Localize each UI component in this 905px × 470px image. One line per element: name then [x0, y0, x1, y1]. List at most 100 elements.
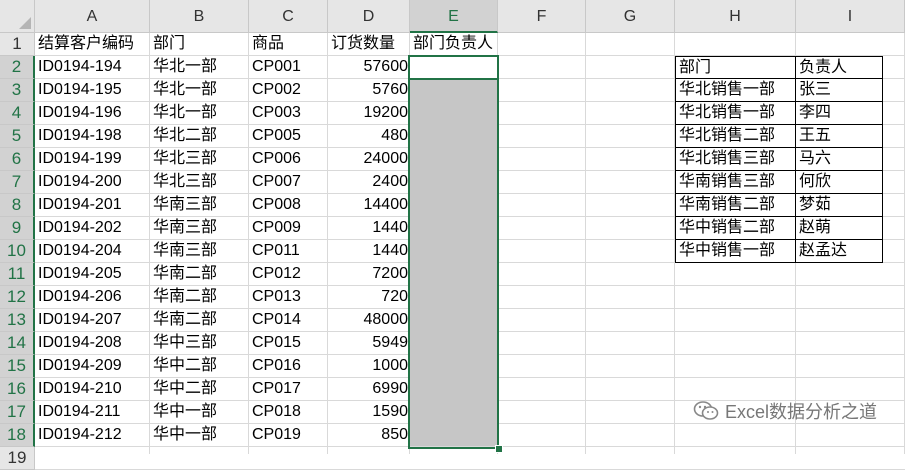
fill-handle[interactable] [495, 445, 503, 453]
cell-d[interactable]: 1440 [331, 240, 408, 263]
cell-c[interactable]: CP003 [252, 102, 326, 125]
header-cell-b[interactable]: 部门 [153, 33, 247, 56]
cell-d[interactable]: 1000 [331, 355, 408, 378]
row-header-9[interactable]: 9 [0, 217, 35, 240]
lookup-header-manager[interactable]: 负责人 [796, 56, 883, 79]
lookup-cell-manager[interactable]: 李四 [796, 102, 883, 125]
row-header-7[interactable]: 7 [0, 171, 35, 194]
row-header-11[interactable]: 11 [0, 263, 35, 286]
cell-a[interactable]: ID0194-202 [38, 217, 148, 240]
cell-a[interactable]: ID0194-208 [38, 332, 148, 355]
cell-b[interactable]: 华南二部 [153, 286, 247, 309]
cell-d[interactable]: 14400 [331, 194, 409, 217]
column-header-d[interactable]: D [328, 0, 410, 33]
column-header-a[interactable]: A [35, 0, 150, 33]
header-cell-a[interactable]: 结算客户编码 [38, 33, 148, 56]
column-header-f[interactable]: F [498, 0, 586, 33]
lookup-cell-dept[interactable]: 华北销售一部 [675, 79, 796, 102]
cell-b[interactable]: 华南二部 [153, 309, 247, 332]
cell-a[interactable]: ID0194-201 [38, 194, 148, 217]
cell-b[interactable]: 华南三部 [153, 240, 247, 263]
cell-d[interactable]: 5949 [331, 332, 408, 355]
cell-d[interactable]: 1440 [331, 217, 408, 240]
cell-c[interactable]: CP018 [252, 401, 326, 424]
lookup-cell-manager[interactable]: 马六 [796, 148, 883, 171]
column-header-i[interactable]: I [796, 0, 905, 33]
cell-a[interactable]: ID0194-195 [38, 79, 148, 102]
cell-c[interactable]: CP008 [252, 194, 326, 217]
column-header-g[interactable]: G [586, 0, 675, 33]
cell-b[interactable]: 华中二部 [153, 378, 247, 401]
lookup-cell-dept[interactable]: 华北销售二部 [675, 125, 796, 148]
cell-b[interactable]: 华北一部 [153, 102, 247, 125]
row-header-4[interactable]: 4 [0, 102, 35, 125]
cell-d[interactable]: 7200 [331, 263, 408, 286]
cell-b[interactable]: 华北二部 [153, 125, 247, 148]
cell-c[interactable]: CP019 [252, 424, 326, 447]
row-header-19[interactable]: 19 [0, 447, 35, 470]
column-header-b[interactable]: B [150, 0, 249, 33]
cell-b[interactable]: 华中一部 [153, 424, 247, 447]
lookup-cell-dept[interactable]: 华中销售一部 [675, 240, 796, 263]
cell-b[interactable]: 华南二部 [153, 263, 247, 286]
row-header-6[interactable]: 6 [0, 148, 35, 171]
cell-a[interactable]: ID0194-206 [38, 286, 148, 309]
cell-b[interactable]: 华中二部 [153, 355, 247, 378]
cell-d[interactable]: 57600 [331, 56, 409, 79]
lookup-cell-dept[interactable]: 华北销售一部 [675, 102, 796, 125]
row-header-13[interactable]: 13 [0, 309, 35, 332]
header-cell-e[interactable]: 部门负责人 [413, 33, 496, 56]
cell-d[interactable]: 24000 [331, 148, 409, 171]
cell-a[interactable]: ID0194-194 [38, 56, 148, 79]
cell-c[interactable]: CP007 [252, 171, 326, 194]
cell-d[interactable]: 850 [331, 424, 408, 447]
row-header-3[interactable]: 3 [0, 79, 35, 102]
row-header-16[interactable]: 16 [0, 378, 35, 401]
header-cell-d[interactable]: 订货数量 [331, 33, 408, 56]
cell-a[interactable]: ID0194-196 [38, 102, 148, 125]
cell-a[interactable]: ID0194-211 [38, 401, 148, 424]
row-header-15[interactable]: 15 [0, 355, 35, 378]
lookup-cell-dept[interactable]: 华南销售三部 [675, 171, 796, 194]
lookup-cell-manager[interactable]: 赵萌 [796, 217, 883, 240]
column-header-e[interactable]: E [410, 0, 498, 33]
cell-d[interactable]: 19200 [331, 102, 409, 125]
cell-c[interactable]: CP009 [252, 217, 326, 240]
cell-a[interactable]: ID0194-205 [38, 263, 148, 286]
cell-a[interactable]: ID0194-200 [38, 171, 148, 194]
lookup-cell-manager[interactable]: 张三 [796, 79, 883, 102]
cell-b[interactable]: 华南三部 [153, 217, 247, 240]
cell-d[interactable]: 48000 [331, 309, 409, 332]
lookup-cell-manager[interactable]: 赵孟达 [796, 240, 883, 263]
cell-c[interactable]: CP016 [252, 355, 326, 378]
row-header-12[interactable]: 12 [0, 286, 35, 309]
cell-c[interactable]: CP015 [252, 332, 326, 355]
cell-a[interactable]: ID0194-204 [38, 240, 148, 263]
cell-d[interactable]: 720 [331, 286, 408, 309]
row-header-5[interactable]: 5 [0, 125, 35, 148]
cell-c[interactable]: CP005 [252, 125, 326, 148]
row-header-14[interactable]: 14 [0, 332, 35, 355]
cell-d[interactable]: 5760 [331, 79, 408, 102]
row-header-10[interactable]: 10 [0, 240, 35, 263]
lookup-cell-manager[interactable]: 何欣 [796, 171, 883, 194]
lookup-cell-manager[interactable]: 梦茹 [796, 194, 883, 217]
cell-a[interactable]: ID0194-207 [38, 309, 148, 332]
lookup-cell-manager[interactable]: 王五 [796, 125, 883, 148]
spreadsheet-grid[interactable]: A B C D E F G H I 1 2 3 4 5 6 7 8 9 10 11 12 13 14 15 16 17 18 19 结算… [0, 0, 905, 470]
cell-b[interactable]: 华北一部 [153, 56, 247, 79]
row-header-17[interactable]: 17 [0, 401, 35, 424]
column-header-h[interactable]: H [675, 0, 796, 33]
header-cell-c[interactable]: 商品 [252, 33, 326, 56]
cell-b[interactable]: 华南三部 [153, 194, 247, 217]
lookup-cell-dept[interactable]: 华南销售二部 [675, 194, 796, 217]
cell-c[interactable]: CP017 [252, 378, 326, 401]
cell-c[interactable]: CP006 [252, 148, 326, 171]
cell-a[interactable]: ID0194-199 [38, 148, 148, 171]
select-all-corner[interactable] [0, 0, 35, 33]
cell-b[interactable]: 华北三部 [153, 148, 247, 171]
cell-c[interactable]: CP012 [252, 263, 326, 286]
cell-c[interactable]: CP002 [252, 79, 326, 102]
lookup-cell-dept[interactable]: 华北销售三部 [675, 148, 796, 171]
cell-b[interactable]: 华北三部 [153, 171, 247, 194]
